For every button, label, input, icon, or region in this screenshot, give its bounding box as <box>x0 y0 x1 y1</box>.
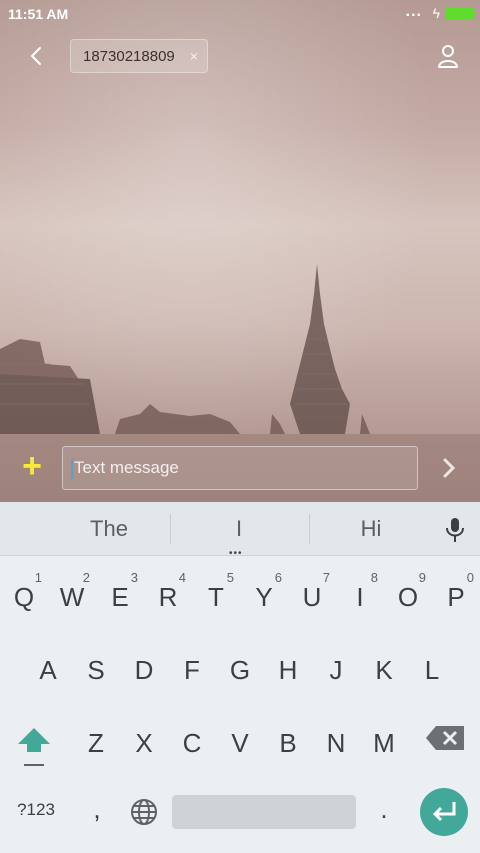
key-letter: B <box>279 728 297 758</box>
key-y[interactable]: 6Y <box>240 564 288 624</box>
key-k[interactable]: K <box>360 637 408 697</box>
microphone-icon[interactable] <box>444 516 466 544</box>
key-letter: L <box>424 655 440 685</box>
symbols-mode-key[interactable]: ?123 <box>8 800 64 820</box>
key-letter: S <box>87 655 105 685</box>
key-o[interactable]: 9O <box>384 564 432 624</box>
key-i[interactable]: 8I <box>336 564 384 624</box>
chevron-right-icon[interactable] <box>437 454 463 482</box>
key-f[interactable]: F <box>168 637 216 697</box>
add-attachment-button[interactable]: + <box>18 449 46 483</box>
suggestion-3[interactable]: Hi <box>301 516 441 542</box>
key-j[interactable]: J <box>312 637 360 697</box>
key-u[interactable]: 7U <box>288 564 336 624</box>
key-letter: H <box>278 655 298 685</box>
key-letter: T <box>208 582 224 612</box>
key-p[interactable]: 0P <box>432 564 480 624</box>
key-q[interactable]: 1Q <box>0 564 48 624</box>
suggestion-strip: The I Hi ••• <box>0 502 480 559</box>
key-a[interactable]: A <box>24 637 72 697</box>
key-z[interactable]: Z <box>72 710 120 770</box>
key-g[interactable]: G <box>216 637 264 697</box>
key-b[interactable]: B <box>264 710 312 770</box>
period-key[interactable]: . <box>372 794 396 825</box>
conversation-area: 11:51 AM ... ϟ 18730218809 × + Text mess… <box>0 0 480 502</box>
key-e[interactable]: 3E <box>96 564 144 624</box>
recipient-number: 18730218809 <box>83 47 175 65</box>
key-letter: Q <box>13 582 35 612</box>
key-c[interactable]: C <box>168 710 216 770</box>
keyboard: The I Hi ••• 1Q2W3E4R5T6Y7U8I9O0P ASDFGH… <box>0 502 480 853</box>
key-w[interactable]: 2W <box>48 564 96 624</box>
globe-icon[interactable] <box>128 796 160 828</box>
key-l[interactable]: L <box>408 637 456 697</box>
suggestion-2[interactable]: I <box>169 516 309 542</box>
key-r[interactable]: 4R <box>144 564 192 624</box>
key-s[interactable]: S <box>72 637 120 697</box>
key-letter: V <box>231 728 249 758</box>
text-message-input[interactable]: Text message <box>62 446 418 490</box>
status-time: 11:51 AM <box>8 6 69 22</box>
key-t[interactable]: 5T <box>192 564 240 624</box>
enter-icon <box>432 802 456 822</box>
key-letter: K <box>375 655 393 685</box>
charging-icon: ϟ <box>432 5 440 21</box>
key-letter: N <box>326 728 346 758</box>
chip-close-icon[interactable]: × <box>190 48 198 64</box>
more-suggestions-indicator[interactable]: ••• <box>229 548 243 559</box>
key-letter: J <box>329 655 343 685</box>
key-d[interactable]: D <box>120 637 168 697</box>
recipient-chip[interactable]: 18730218809 × <box>70 39 208 73</box>
enter-button[interactable] <box>420 788 468 836</box>
key-letter: M <box>373 728 395 758</box>
key-letter: Z <box>88 728 104 758</box>
key-letter: A <box>39 655 57 685</box>
signal-dots: ... <box>405 3 422 20</box>
key-letter: Y <box>255 582 273 612</box>
background-temple-image <box>0 264 370 434</box>
key-letter: F <box>184 655 200 685</box>
key-n[interactable]: N <box>312 710 360 770</box>
key-x[interactable]: X <box>120 710 168 770</box>
back-arrow-icon[interactable] <box>22 42 50 70</box>
suggestion-1[interactable]: The <box>39 516 179 542</box>
compose-bar: + Text message <box>0 434 480 502</box>
key-letter: G <box>229 655 251 685</box>
key-h[interactable]: H <box>264 637 312 697</box>
person-icon[interactable] <box>434 42 462 70</box>
key-letter: I <box>356 582 364 612</box>
key-letter: O <box>397 582 419 612</box>
key-letter: E <box>111 582 129 612</box>
key-m[interactable]: M <box>360 710 408 770</box>
shift-icon[interactable] <box>12 718 56 770</box>
key-letter: D <box>134 655 154 685</box>
text-message-placeholder: Text message <box>74 458 179 477</box>
backspace-icon[interactable] <box>424 722 468 754</box>
key-letter: R <box>158 582 178 612</box>
key-v[interactable]: V <box>216 710 264 770</box>
battery-icon <box>445 7 476 20</box>
key-letter: X <box>135 728 153 758</box>
space-bar[interactable] <box>172 795 356 829</box>
text-cursor <box>71 458 73 479</box>
key-letter: W <box>59 582 85 612</box>
comma-key[interactable]: , <box>82 794 112 825</box>
key-letter: C <box>182 728 202 758</box>
key-letter: P <box>447 582 465 612</box>
status-bar: 11:51 AM ... ϟ <box>0 0 480 28</box>
key-letter: U <box>302 582 322 612</box>
